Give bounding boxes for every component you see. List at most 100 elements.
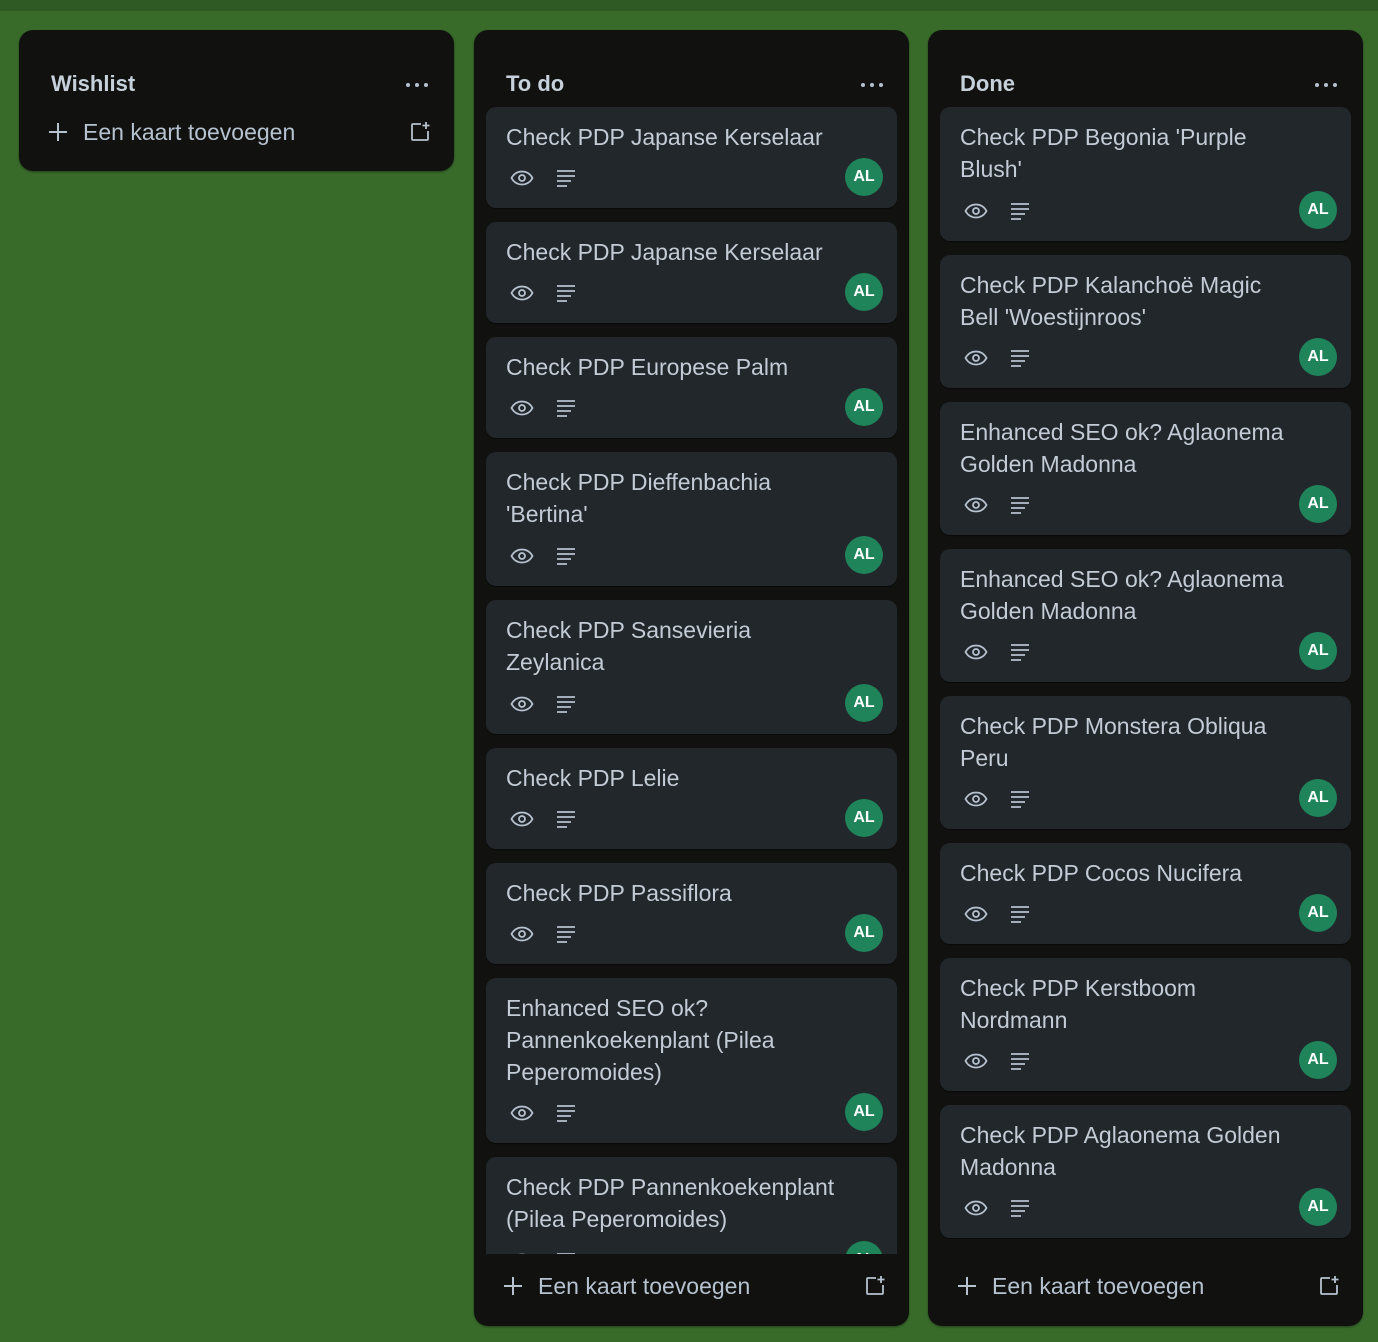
card-badges	[510, 1249, 578, 1254]
eye-icon	[510, 1105, 534, 1121]
eye-icon	[964, 1053, 988, 1069]
list-header: Wishlist	[19, 30, 454, 106]
card-title: Check PDP Begonia 'Purple Blush'	[960, 124, 1247, 182]
card[interactable]: Enhanced SEO ok? Aglaonema Golden Madonn…	[940, 402, 1351, 535]
card-title: Check PDP Aglaonema Golden Madonna	[960, 1122, 1281, 1180]
member-avatar[interactable]: AL	[1299, 1188, 1337, 1226]
description-icon	[1011, 350, 1029, 367]
add-card-label: Een kaart toevoegen	[992, 1272, 1205, 1299]
member-avatar[interactable]: AL	[845, 1241, 883, 1254]
template-icon[interactable]	[408, 120, 432, 144]
description-icon	[557, 170, 575, 187]
cards-container: Check PDP Japanse Kerselaar AL Check PDP J…	[486, 107, 897, 1254]
card[interactable]: Check PDP Kerstboom Nordmann AL	[940, 958, 1351, 1091]
card[interactable]: Check PDP Sansevieria Zeylanica AL	[486, 600, 897, 734]
card[interactable]: Check PDP Begonia 'Purple Blush' AL	[940, 107, 1351, 241]
member-avatar[interactable]: AL	[845, 388, 883, 426]
eye-icon	[510, 548, 534, 564]
card[interactable]: Enhanced SEO ok? Pannenkoekenplant (Pile…	[486, 978, 897, 1143]
card[interactable]: Check PDP Pannenkoekenplant (Pilea Peper…	[486, 1157, 897, 1254]
card-title: Check PDP Japanse Kerselaar	[506, 239, 823, 265]
card-title: Check PDP Japanse Kerselaar	[506, 124, 823, 150]
description-icon	[557, 400, 575, 417]
card[interactable]: Check PDP Aglaonema Golden Madonna AL	[940, 1105, 1351, 1238]
template-icon[interactable]	[863, 1274, 887, 1298]
card-title: Check PDP Dieffenbachia 'Bertina'	[506, 469, 772, 527]
description-icon	[1011, 1053, 1029, 1070]
list-menu-button[interactable]	[402, 70, 432, 100]
description-icon	[1011, 1200, 1029, 1217]
eye-icon	[518, 1253, 526, 1254]
list-header: To do	[474, 30, 909, 106]
member-avatar[interactable]: AL	[845, 273, 883, 311]
card[interactable]: Check PDP Japanse Kerselaar AL	[486, 222, 897, 323]
add-card-button[interactable]: Een kaart toevoegen	[502, 1266, 887, 1306]
card[interactable]: Check PDP Japanse Kerselaar AL	[486, 107, 897, 208]
card-badges	[964, 640, 1032, 664]
list-menu-button[interactable]	[857, 70, 887, 100]
card[interactable]: Check PDP Monstera Obliqua Peru AL	[940, 696, 1351, 829]
eye-icon	[510, 811, 534, 827]
card[interactable]: Check PDP Dieffenbachia 'Bertina' AL	[486, 452, 897, 586]
member-avatar[interactable]: AL	[1299, 485, 1337, 523]
card-title: Check PDP Kerstboom Nordmann	[960, 975, 1197, 1033]
add-card-button[interactable]: Een kaart toevoegen	[956, 1266, 1341, 1306]
plus-icon	[49, 123, 67, 141]
eye-icon	[510, 696, 534, 712]
card-badges	[510, 692, 578, 716]
card-title: Check PDP Passiflora	[506, 880, 732, 906]
card[interactable]: Enhanced SEO ok? Aglaonema Golden Madonn…	[940, 549, 1351, 682]
list-wishlist: Wishlist Een kaart toevoegen	[19, 30, 454, 171]
card-title: Check PDP Europese Palm	[506, 354, 789, 380]
card-badges	[964, 346, 1032, 370]
member-avatar[interactable]: AL	[845, 799, 883, 837]
card[interactable]: Check PDP Passiflora AL	[486, 863, 897, 964]
description-icon	[1011, 906, 1029, 923]
card[interactable]: Check PDP Lelie AL	[486, 748, 897, 849]
card-badges	[510, 922, 578, 946]
member-avatar[interactable]: AL	[1299, 779, 1337, 817]
member-avatar[interactable]: AL	[845, 158, 883, 196]
description-icon	[557, 548, 575, 565]
card-badges	[964, 1196, 1032, 1220]
add-card-button[interactable]: Een kaart toevoegen	[47, 112, 432, 152]
more-icon	[1315, 83, 1337, 87]
card-badges	[964, 493, 1032, 517]
eye-icon	[964, 497, 988, 513]
member-avatar[interactable]: AL	[845, 914, 883, 952]
eye-icon	[964, 644, 988, 660]
description-icon	[557, 811, 575, 828]
list-title[interactable]: Wishlist	[51, 71, 135, 97]
template-icon[interactable]	[1317, 1274, 1341, 1298]
list-title[interactable]: To do	[506, 71, 564, 97]
card-title: Check PDP Lelie	[506, 765, 680, 791]
description-icon	[557, 1253, 575, 1254]
card-badges	[510, 281, 578, 305]
member-avatar[interactable]: AL	[845, 1093, 883, 1131]
description-icon	[557, 696, 575, 713]
list-menu-button[interactable]	[1311, 70, 1341, 100]
list-title[interactable]: Done	[960, 71, 1015, 97]
member-avatar[interactable]: AL	[845, 684, 883, 722]
card-title: Enhanced SEO ok? Aglaonema Golden Madonn…	[960, 419, 1284, 477]
cards-container: Check PDP Begonia 'Purple Blush' AL Check …	[940, 107, 1351, 1254]
member-avatar[interactable]: AL	[845, 536, 883, 574]
card-badges	[510, 166, 578, 190]
add-card-label: Een kaart toevoegen	[538, 1272, 751, 1299]
card[interactable]: Check PDP Cocos Nucifera AL	[940, 843, 1351, 944]
plus-icon	[958, 1277, 976, 1295]
eye-icon	[510, 285, 534, 301]
member-avatar[interactable]: AL	[1299, 1041, 1337, 1079]
more-icon	[406, 83, 428, 87]
card[interactable]: Check PDP Kalanchoë Magic Bell 'Woestijn…	[940, 255, 1351, 388]
add-card-label: Een kaart toevoegen	[83, 118, 296, 145]
member-avatar[interactable]: AL	[1299, 191, 1337, 229]
member-avatar[interactable]: AL	[1299, 894, 1337, 932]
description-icon	[557, 1105, 575, 1122]
member-avatar[interactable]: AL	[1299, 338, 1337, 376]
card-badges	[510, 1101, 578, 1125]
card-title: Check PDP Kalanchoë Magic Bell 'Woestijn…	[960, 272, 1262, 330]
plus-icon	[504, 1277, 522, 1295]
member-avatar[interactable]: AL	[1299, 632, 1337, 670]
card[interactable]: Check PDP Europese Palm AL	[486, 337, 897, 438]
